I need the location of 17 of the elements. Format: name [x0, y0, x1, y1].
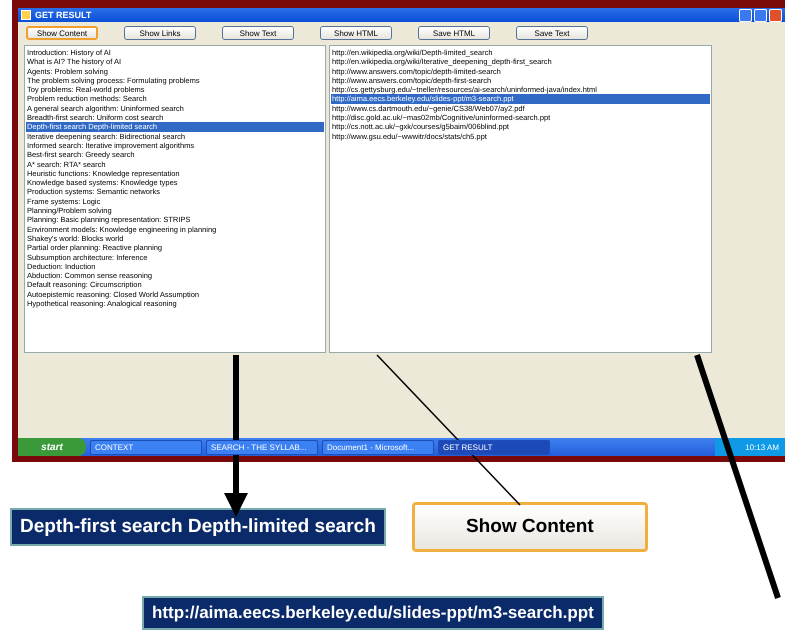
toolbar-button[interactable]: Save Text [516, 26, 588, 40]
toolbar-button[interactable]: Show Text [222, 26, 294, 40]
app-icon [21, 10, 31, 20]
taskbar-button[interactable]: Document1 - Microsoft... [322, 440, 434, 454]
clock: 10:13 AM [745, 442, 779, 452]
window-title: GET RESULT [35, 10, 92, 20]
taskbar-button[interactable]: GET RESULT [438, 440, 550, 454]
toolbar-button[interactable]: Show Links [124, 26, 196, 40]
topic-callout: Depth-first search Depth-limited search [10, 508, 386, 546]
start-button[interactable]: start [18, 438, 86, 456]
toolbar-button[interactable]: Show Content [26, 26, 98, 40]
button-callout: Show Content [412, 502, 648, 552]
toolbar-button[interactable]: Show HTML [320, 26, 392, 40]
link-callout: http://aima.eecs.berkeley.edu/slides-ppt/m3-search.ppt [142, 596, 604, 630]
taskbar-button[interactable]: SEARCH - THE SYLLAB... [206, 440, 318, 454]
toolbar-button[interactable]: Save HTML [418, 26, 490, 40]
taskbar-button[interactable]: CONTEXT [90, 440, 202, 454]
